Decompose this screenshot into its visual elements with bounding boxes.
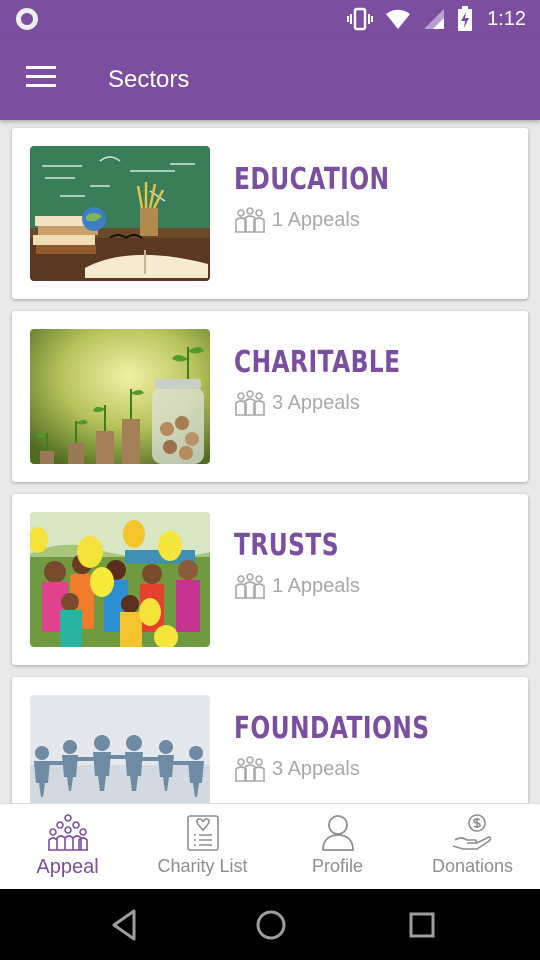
app-bar: Sectors: [0, 38, 540, 120]
nav-charity-list[interactable]: Charity List: [135, 804, 270, 889]
nav-donations[interactable]: Donations: [405, 804, 540, 889]
menu-line: [26, 84, 56, 87]
donations-icon: [452, 814, 491, 850]
sector-list[interactable]: EDUCATION 1 Appeals CHARITABLE 3 Appeals…: [0, 120, 540, 804]
appeal-count: 3 Appeals: [272, 391, 360, 414]
appeal-count: 1 Appeals: [272, 208, 360, 231]
menu-line: [26, 66, 56, 69]
charity-list-icon: [186, 815, 219, 851]
appeal-icon: [47, 814, 88, 851]
page-title: Sectors: [108, 66, 190, 93]
people-icon: [235, 756, 265, 782]
sector-card-trusts[interactable]: TRUSTS 1 Appeals: [12, 494, 528, 665]
bottom-navigation: Appeal Charity List Profile Donations: [0, 803, 540, 889]
vibrate-icon: [347, 7, 374, 31]
sector-name: CHARITABLE: [234, 345, 401, 380]
system-navigation-bar: [0, 889, 540, 960]
sector-name: TRUSTS: [234, 528, 339, 563]
people-icon: [235, 207, 265, 233]
home-icon[interactable]: [251, 905, 291, 945]
trusts-thumbnail: [30, 512, 210, 647]
people-icon: [235, 573, 265, 599]
nav-label: Profile: [311, 856, 364, 876]
charitable-thumbnail: [30, 329, 210, 464]
nav-label: Charity List: [157, 856, 248, 876]
appeal-count: 3 Appeals: [272, 757, 360, 780]
back-icon[interactable]: [104, 905, 144, 945]
notification-circle-icon: [16, 8, 38, 30]
sector-name: EDUCATION: [234, 162, 390, 197]
sector-card-foundations[interactable]: FOUNDATIONS 3 Appeals: [12, 677, 528, 804]
nav-profile[interactable]: Profile: [270, 804, 405, 889]
sector-name: FOUNDATIONS: [234, 711, 430, 746]
appeal-count: 1 Appeals: [272, 574, 360, 597]
sector-card-education[interactable]: EDUCATION 1 Appeals: [12, 128, 528, 299]
profile-icon: [321, 815, 354, 851]
education-thumbnail: [30, 146, 210, 281]
clock-time: 1:12: [487, 7, 526, 30]
sector-card-charitable[interactable]: CHARITABLE 3 Appeals: [12, 311, 528, 482]
foundations-thumbnail: [30, 695, 210, 804]
menu-line: [26, 75, 56, 78]
nav-label: Donations: [431, 856, 514, 876]
status-bar: 1:12: [0, 0, 540, 38]
wifi-icon: [386, 9, 411, 30]
battery-charging-icon: [458, 6, 473, 31]
nav-appeal[interactable]: Appeal: [0, 804, 135, 889]
hamburger-menu-button[interactable]: [26, 66, 56, 88]
cell-signal-icon: [424, 9, 445, 29]
recents-icon[interactable]: [402, 905, 442, 945]
nav-label: Appeal: [36, 856, 99, 878]
people-icon: [235, 390, 265, 416]
